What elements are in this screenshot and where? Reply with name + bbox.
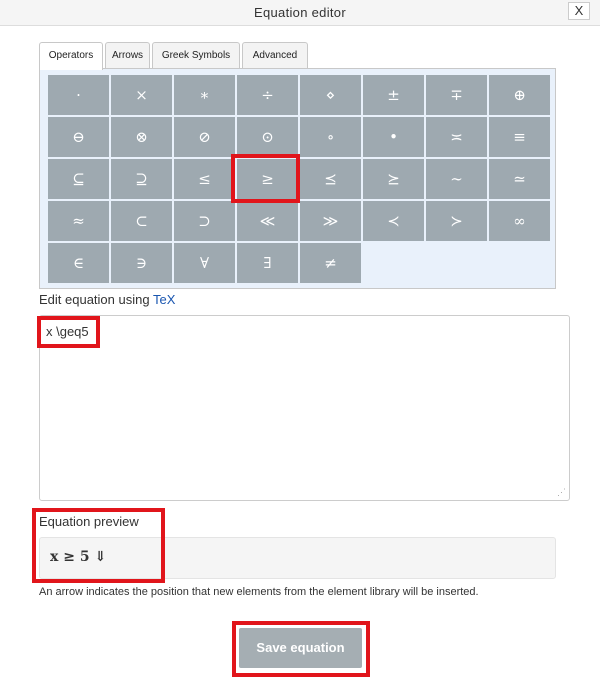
symbol-button[interactable]: • bbox=[363, 117, 424, 157]
tab-greek-symbols[interactable]: Greek Symbols bbox=[152, 42, 240, 69]
save-equation-button[interactable]: Save equation bbox=[239, 628, 362, 668]
symbol-button[interactable]: ⪯ bbox=[300, 159, 361, 199]
symbol-button[interactable]: ∀ bbox=[174, 243, 235, 283]
symbol-button[interactable]: × bbox=[111, 75, 172, 115]
dialog-title: Equation editor bbox=[254, 5, 346, 20]
equation-textarea-value: x \geq5 bbox=[46, 324, 89, 339]
symbol-button[interactable]: ≤ bbox=[174, 159, 235, 199]
symbol-button[interactable]: ≃ bbox=[489, 159, 550, 199]
symbol-button[interactable]: ⊂ bbox=[111, 201, 172, 241]
symbol-button[interactable]: ≫ bbox=[300, 201, 361, 241]
symbol-button[interactable]: ⊗ bbox=[111, 117, 172, 157]
symbol-button[interactable]: ∗ bbox=[174, 75, 235, 115]
tex-link[interactable]: TeX bbox=[153, 292, 175, 307]
tab-advanced[interactable]: Advanced bbox=[242, 42, 308, 69]
symbol-button[interactable]: ≺ bbox=[363, 201, 424, 241]
symbol-button[interactable]: ≈ bbox=[48, 201, 109, 241]
symbol-button[interactable]: ⊘ bbox=[174, 117, 235, 157]
symbol-button[interactable]: ≪ bbox=[237, 201, 298, 241]
symbol-button[interactable]: ∼ bbox=[426, 159, 487, 199]
symbol-button[interactable]: ⋄ bbox=[300, 75, 361, 115]
symbol-button[interactable]: ⊕ bbox=[489, 75, 550, 115]
tab-operators[interactable]: Operators bbox=[39, 42, 103, 70]
close-button[interactable]: X bbox=[568, 2, 590, 20]
insertion-help-text: An arrow indicates the position that new… bbox=[39, 586, 479, 598]
symbol-button[interactable]: ⪰ bbox=[363, 159, 424, 199]
symbol-button[interactable]: ≡ bbox=[489, 117, 550, 157]
resize-grip-icon[interactable]: ⋰ bbox=[557, 487, 566, 498]
operator-palette: · × ∗ ÷ ⋄ ± ∓ ⊕ ⊖ ⊗ ⊘ ⊙ ∘ • ≍ ≡ ⊆ ⊇ ≤ ≥ ⪯ ⪰ ∼ ≃ ≈ ⊂ ⊃ ≪ ≫ ≺ ≻ ∞ ∈ ∋ ∀ ∃ ≠ bbox=[39, 68, 556, 289]
equation-preview-label: Equation preview bbox=[39, 514, 139, 529]
symbol-button[interactable]: · bbox=[48, 75, 109, 115]
symbol-button[interactable]: ⊇ bbox=[111, 159, 172, 199]
symbol-button[interactable]: ⊙ bbox=[237, 117, 298, 157]
symbol-button[interactable]: ≻ bbox=[426, 201, 487, 241]
symbol-button[interactable]: ÷ bbox=[237, 75, 298, 115]
symbol-button[interactable]: ≍ bbox=[426, 117, 487, 157]
symbol-button[interactable]: ± bbox=[363, 75, 424, 115]
symbol-button[interactable]: ⊆ bbox=[48, 159, 109, 199]
edit-equation-label-text: Edit equation using bbox=[39, 292, 153, 307]
equation-textarea[interactable]: x \geq5 ⋰ bbox=[39, 315, 570, 501]
tab-arrows[interactable]: Arrows bbox=[105, 42, 150, 69]
symbol-button[interactable]: ≠ bbox=[300, 243, 361, 283]
symbol-button[interactable]: ∈ bbox=[48, 243, 109, 283]
symbol-button[interactable]: ⊖ bbox=[48, 117, 109, 157]
symbol-button[interactable]: ≥ bbox=[237, 159, 298, 199]
equation-preview-content: x ≥ 5 ⇓ bbox=[50, 549, 107, 565]
dialog-titlebar: Equation editor X bbox=[0, 0, 600, 26]
symbol-button[interactable]: ∋ bbox=[111, 243, 172, 283]
equation-preview: x ≥ 5 ⇓ bbox=[39, 537, 556, 579]
symbol-button[interactable]: ⊃ bbox=[174, 201, 235, 241]
symbol-button[interactable]: ∓ bbox=[426, 75, 487, 115]
symbol-button[interactable]: ∞ bbox=[489, 201, 550, 241]
edit-equation-label: Edit equation using TeX bbox=[39, 292, 175, 307]
symbol-button[interactable]: ∃ bbox=[237, 243, 298, 283]
symbol-button[interactable]: ∘ bbox=[300, 117, 361, 157]
